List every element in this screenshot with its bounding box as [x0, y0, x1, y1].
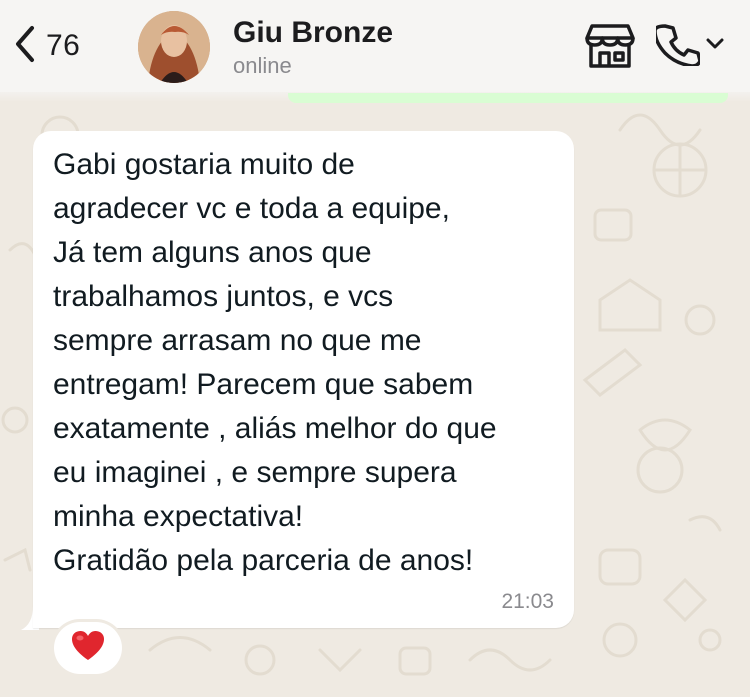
chevron-down-icon	[706, 37, 724, 55]
contact-name[interactable]: Giu Bronze	[233, 16, 393, 50]
heart-icon	[71, 630, 105, 667]
contact-status: online	[233, 53, 292, 78]
phone-icon	[653, 22, 702, 71]
message-line: eu imaginei , e sempre supera	[53, 456, 457, 489]
reaction-badge[interactable]	[54, 622, 122, 674]
message-line: sempre arrasam no que me	[53, 324, 422, 357]
message-line: Gabi gostaria muito de	[53, 148, 355, 181]
message-line: agradecer vc e toda a equipe,	[53, 192, 450, 225]
message-timestamp: 21:03	[501, 590, 554, 613]
message-line: trabalhamos juntos, e vcs	[53, 280, 394, 313]
message-line: Gratidão pela parceria de anos!	[53, 544, 474, 577]
storefront-icon	[584, 24, 636, 74]
incoming-message-bubble[interactable]: Gabi gostaria muito de agradecer vc e to…	[33, 131, 574, 628]
message-line: exatamente , aliás melhor do que	[53, 412, 497, 445]
back-button[interactable]: 76	[14, 25, 81, 68]
contact-avatar[interactable]	[138, 11, 210, 83]
chat-header: 76 Giu Bronze online	[0, 0, 750, 92]
catalog-button[interactable]	[584, 22, 636, 70]
chevron-left-icon	[14, 25, 36, 68]
message-line: entregam! Parecem que sabem	[53, 368, 474, 401]
call-button[interactable]	[653, 22, 732, 71]
message-line: Já tem alguns anos que	[53, 236, 372, 269]
message-line: minha expectativa!	[53, 500, 304, 533]
unread-count: 76	[46, 29, 81, 62]
previous-outgoing-bubble	[288, 93, 728, 103]
